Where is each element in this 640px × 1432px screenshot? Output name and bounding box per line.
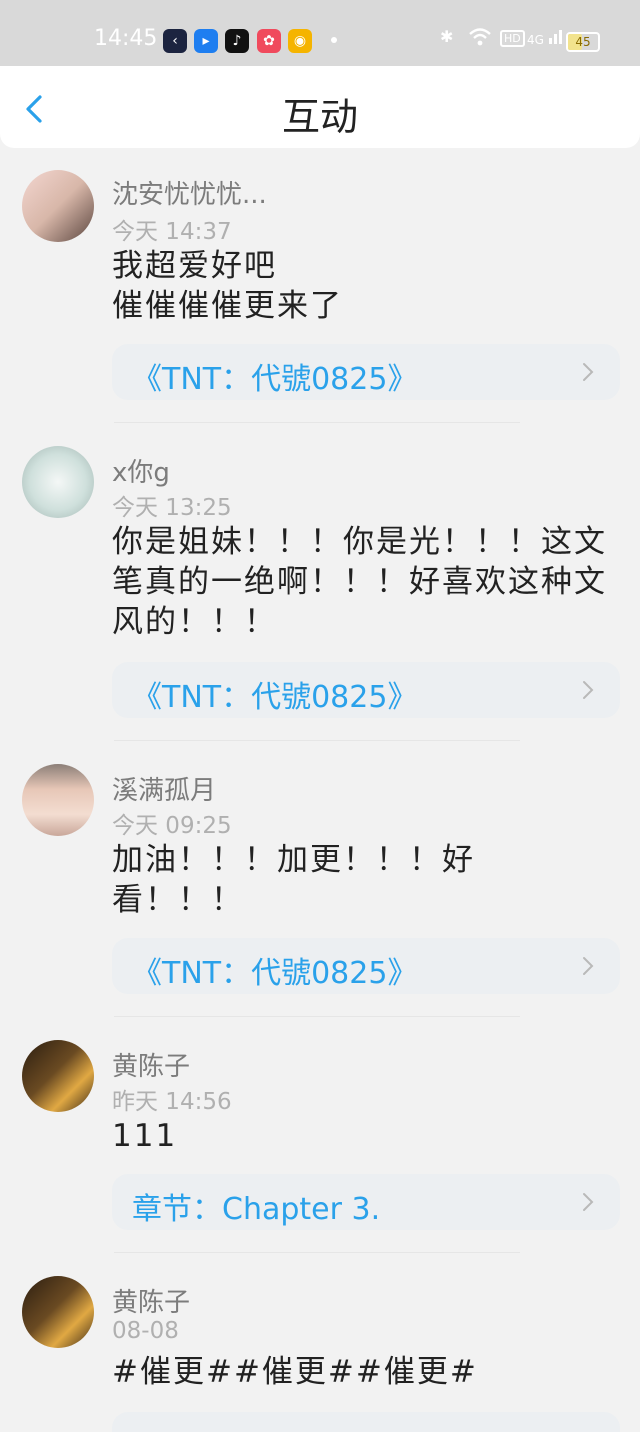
network-type: 4G [527,33,544,47]
avatar[interactable] [22,1276,94,1348]
username[interactable]: 黄陈子 [112,1282,190,1319]
battery-text: 45 [575,35,591,49]
divider [114,740,520,741]
timestamp: 今天 14:37 [112,219,232,245]
link-title: 《TNT：代號0825》 [132,956,418,991]
avatar[interactable] [22,170,94,242]
app-4-icon: ✿ [257,29,281,53]
comment-text: 111 [112,1118,178,1154]
comment-text: 加油！！！加更！！！好看！！！ [112,842,475,918]
battery-icon: 45 [566,32,600,52]
username[interactable]: x你g [112,452,170,489]
notification-dot [331,37,337,43]
avatar[interactable] [22,446,94,518]
comment-text: 我超爱好吧 催催催催更来了 [112,248,343,324]
hd-icon: HD [500,30,525,47]
link-card[interactable]: 《TNT：代號0825》 [112,662,620,718]
chevron-right-icon [583,1193,594,1211]
divider [114,1016,520,1017]
link-title: 《TNT：代號0825》 [132,680,418,715]
avatar[interactable] [22,764,94,836]
username[interactable]: 沈安忧忧忧... [112,174,267,211]
tiktok-icon: ♪ [225,29,249,53]
link-title: 章节：Chapter 3. [132,1192,381,1227]
status-time: 14:45 [94,26,158,51]
link-title: 《TNT：代號0825》 [132,362,418,397]
link-card[interactable]: 《TNT：代號0825》 [112,344,620,400]
username[interactable]: 溪满孤月 [112,770,216,807]
wifi-icon [468,27,492,51]
timestamp: 08-08 [112,1318,179,1344]
status-bar: 14:45 ‹ ▸ ♪ ✿ ◉ ✱ HD 4G 45 [0,0,640,66]
app-1-icon: ‹ [163,29,187,53]
signal-4g-icon: 4G [527,26,566,47]
page-title: 互动 [281,95,358,139]
chevron-right-icon [583,957,594,975]
link-card-partial[interactable] [112,1412,620,1432]
divider [114,1252,520,1253]
divider [114,422,520,423]
chevron-right-icon [583,681,594,699]
timestamp: 今天 09:25 [112,813,232,839]
timestamp: 昨天 14:56 [112,1089,232,1115]
bluetooth-icon: ✱ [440,27,454,46]
comment-text: 你是姐妹！！！你是光！！！这文笔真的一绝啊！！！好喜欢这种文风的！！！ [112,524,607,640]
link-card[interactable]: 章节：Chapter 3. [112,1174,620,1230]
app-2-icon: ▸ [194,29,218,53]
link-card[interactable]: 《TNT：代號0825》 [112,938,620,994]
chevron-right-icon [583,363,594,381]
username[interactable]: 黄陈子 [112,1046,190,1083]
header: 互动 [0,66,640,148]
timestamp: 今天 13:25 [112,495,232,521]
avatar[interactable] [22,1040,94,1112]
weibo-icon: ◉ [288,29,312,53]
comment-text: #催更##催更##催更# [112,1354,478,1390]
